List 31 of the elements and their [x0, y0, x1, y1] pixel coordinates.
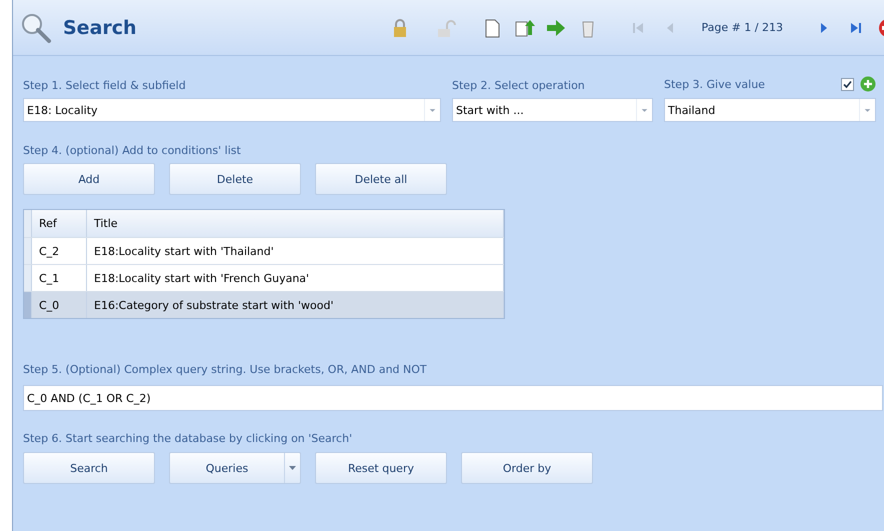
action-button[interactable]: Reset query — [315, 452, 447, 484]
caret-icon[interactable] — [289, 466, 296, 470]
field-dropdown[interactable]: E18: Locality — [23, 98, 441, 122]
step-label: Step 5. (Optional) Complex query string. Use brackets, OR, AND and NOT — [23, 363, 428, 376]
checkbox[interactable] — [841, 78, 854, 90]
row-selector[interactable] — [24, 265, 32, 291]
step-label: Step 6. Start searching the database by clicking on 'Search' — [23, 432, 354, 445]
step-label: Step 3. Give value — [664, 78, 765, 90]
add-icon[interactable] — [860, 76, 876, 92]
condition-button[interactable]: Delete — [169, 163, 301, 195]
panel-title: Search — [63, 16, 137, 38]
page-indicator: Page # 1 / 213 — [701, 21, 783, 34]
table-row[interactable]: C_1 E18:Locality start with 'French Guyana' — [24, 264, 504, 291]
queries-button[interactable]: Queries — [169, 452, 301, 484]
step-label: Step 1. Select field & subfield — [23, 79, 187, 92]
condition-button[interactable]: Add — [23, 163, 155, 195]
condition-button[interactable]: Delete all — [315, 163, 447, 195]
value-dropdown[interactable]: Thailand — [664, 98, 876, 122]
query-field[interactable]: C_0 AND (C_1 OR C_2) — [23, 385, 883, 411]
action-button[interactable]: Order by — [461, 452, 593, 484]
operation-dropdown[interactable]: Start with ... — [452, 98, 653, 122]
step-label: Step 2. Select operation — [452, 79, 586, 92]
table-row[interactable]: C_2 E18:Locality start with 'Thailand' — [24, 237, 504, 264]
table-row[interactable]: C_0 E16:Category of substrate start with 'wood' — [24, 291, 504, 318]
table-cell: C_0 — [32, 292, 87, 318]
row-selector[interactable] — [24, 292, 32, 318]
table-cell: E16:Category of substrate start with 'wood' — [87, 292, 504, 318]
row-selector[interactable] — [24, 210, 32, 237]
step-label: Step 4. (optional) Add to conditions' list — [23, 144, 242, 157]
action-button[interactable]: Search — [23, 452, 155, 484]
row-selector[interactable] — [24, 238, 32, 264]
